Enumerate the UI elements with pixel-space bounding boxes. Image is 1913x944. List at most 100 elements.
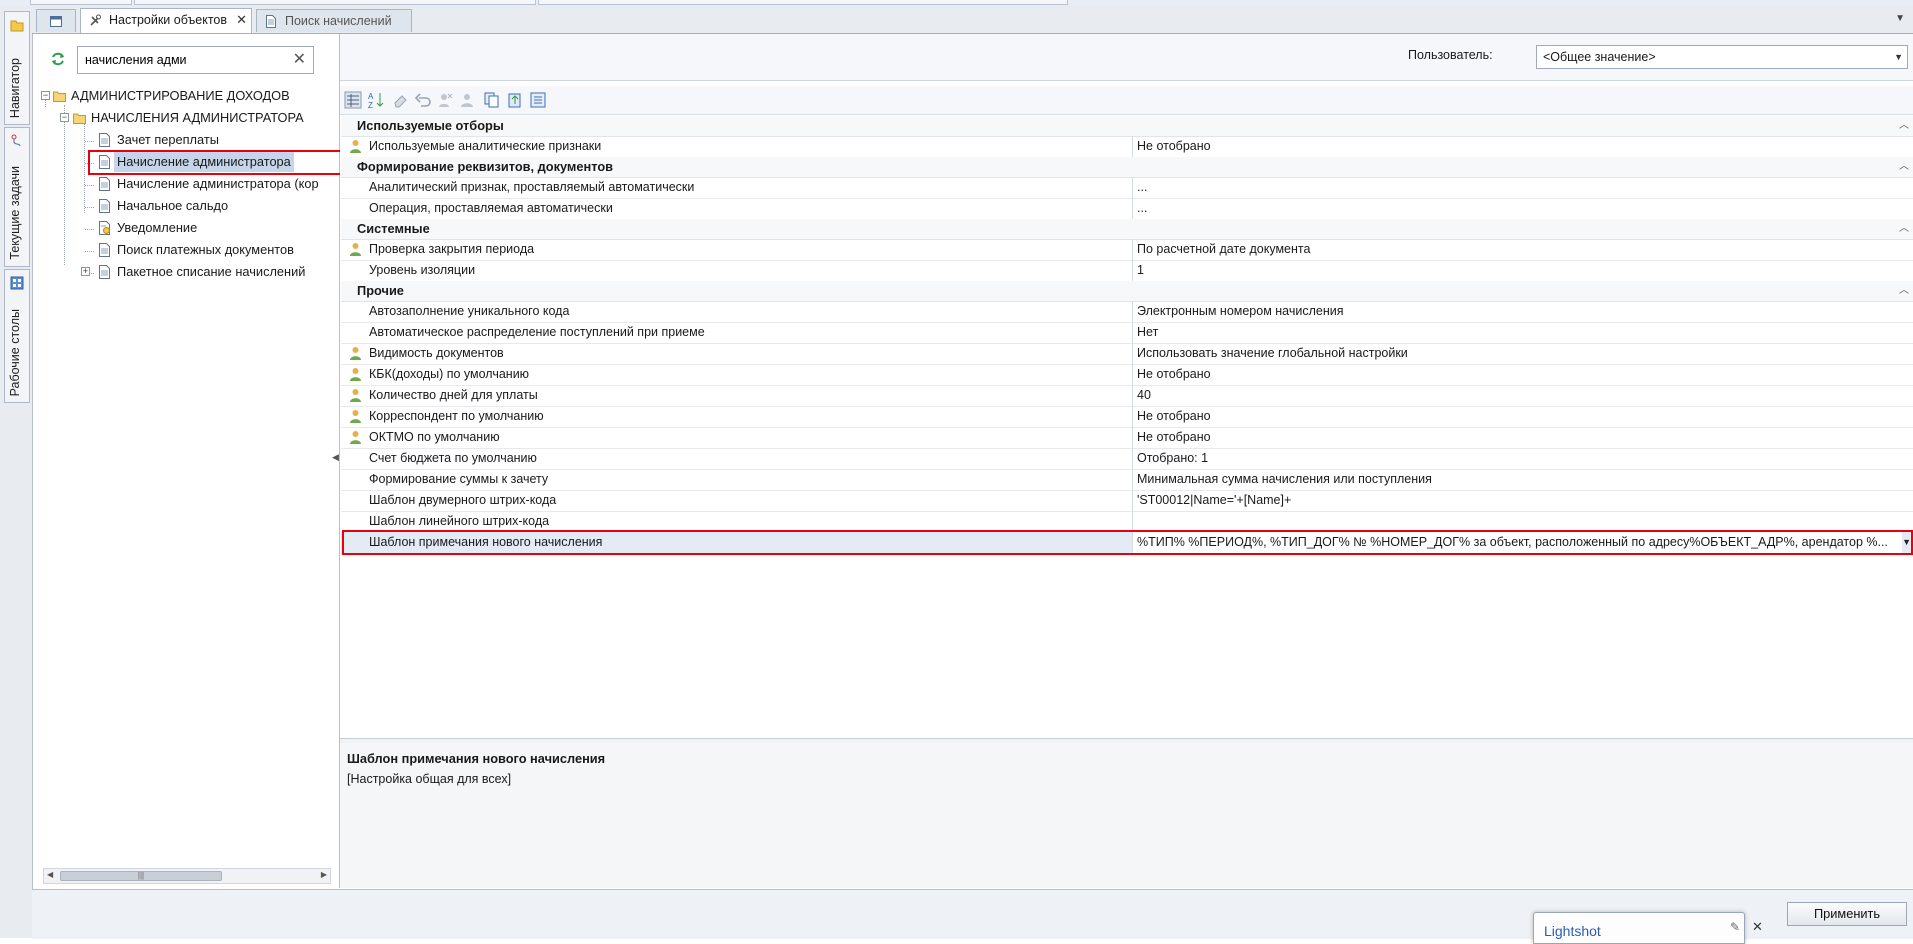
group-other[interactable]: Прочие ︿ [341, 281, 1913, 302]
group-label: Прочие [357, 283, 404, 298]
property-value[interactable]: Не отобрано [1132, 364, 1902, 385]
property-row[interactable]: Видимость документов Использовать значен… [341, 343, 1913, 365]
tab-charges-search[interactable]: Поиск начислений [256, 9, 412, 32]
sort-alphabetical-icon[interactable]: A Z [367, 91, 385, 109]
property-value[interactable]: 'ST00012|Name='+[Name]+ [1132, 490, 1902, 511]
group-requisites[interactable]: Формирование реквизитов, документов ︿ [341, 157, 1913, 178]
property-value[interactable]: 1 [1132, 260, 1902, 281]
user-icon [350, 410, 361, 423]
copy-icon[interactable] [483, 91, 501, 109]
tree-item-admin-charges[interactable]: − НАЧИСЛЕНИЯ АДМИНИСТРАТОРА [33, 108, 333, 128]
tree-item-batch-writeoff[interactable]: + Пакетное списание начислений [33, 262, 339, 282]
tree-item-notification[interactable]: Уведомление [33, 218, 333, 238]
property-value[interactable]: Не отобрано [1132, 406, 1902, 427]
property-row[interactable]: Используемые аналитические признаки Не о… [341, 136, 1913, 158]
property-value[interactable]: Использовать значение глобальной настрой… [1132, 343, 1902, 364]
property-value[interactable]: Электронным номером начисления [1132, 301, 1902, 322]
tab-label: Поиск начислений [285, 14, 392, 28]
tree-item-revenue-admin[interactable]: − АДМИНИСТРИРОВАНИЕ ДОХОДОВ [33, 86, 333, 106]
property-name: Количество дней для уплаты [369, 388, 538, 402]
scroll-left-icon[interactable]: ◀ [47, 870, 53, 879]
tree-item-label: Пакетное списание начислений [117, 264, 306, 279]
tab-home[interactable] [36, 9, 76, 32]
tree-item-label: Начисление администратора (кор [117, 176, 319, 191]
window-icon [50, 16, 62, 27]
collapse-icon[interactable]: ︿ [1899, 116, 1909, 136]
search-input[interactable] [85, 51, 285, 69]
rail-tab-current-tasks[interactable]: Текущие задачи [4, 127, 30, 267]
rail-tab-navigator[interactable]: Навигатор [4, 11, 30, 125]
desktop-icon [10, 276, 24, 290]
scroll-right-icon[interactable]: ▶ [321, 870, 327, 879]
paste-icon[interactable] [506, 91, 524, 109]
user-select[interactable]: <Общее значение> ▼ [1536, 45, 1908, 69]
property-value[interactable]: Не отобрано [1132, 427, 1902, 448]
property-row[interactable]: Автозаполнение уникального кода Электрон… [341, 301, 1913, 323]
horizontal-scrollbar[interactable]: ◀ ||| ▶ [43, 868, 331, 884]
clear-icon[interactable]: ✕ [293, 50, 306, 70]
close-icon[interactable]: ✕ [1752, 919, 1763, 935]
property-row[interactable]: КБК(доходы) по умолчанию Не отобрано [341, 364, 1913, 386]
property-row[interactable]: Формирование суммы к зачету Минимальная … [341, 469, 1913, 491]
tree-item-admin-charge-corr[interactable]: Начисление администратора (кор [33, 174, 339, 194]
user-remove-icon[interactable] [436, 91, 454, 109]
property-name: Шаблон двумерного штрих-кода [369, 493, 557, 507]
group-filters[interactable]: Используемые отборы ︿ [341, 116, 1913, 137]
property-name: Уровень изоляции [369, 263, 476, 277]
property-row[interactable]: Уровень изоляции 1 [341, 260, 1913, 282]
scrollbar-thumb[interactable]: ||| [60, 871, 222, 881]
group-system[interactable]: Системные ︿ [341, 219, 1913, 240]
rail-label-current-tasks: Текущие задачи [8, 166, 22, 260]
property-value[interactable]: По расчетной дате документа [1132, 239, 1902, 260]
collapse-icon[interactable]: − [60, 113, 69, 122]
user-icon [350, 347, 361, 360]
collapse-icon[interactable]: ︿ [1899, 157, 1909, 177]
property-row[interactable]: Проверка закрытия периода По расчетной д… [341, 239, 1913, 261]
description-title: Шаблон примечания нового начисления [347, 751, 606, 766]
property-value[interactable]: Отобрано: 1 [1132, 448, 1902, 469]
tab-list-dropdown-icon[interactable]: ▼ [1895, 13, 1905, 24]
property-row[interactable]: ОКТМО по умолчанию Не отобрано [341, 427, 1913, 449]
collapse-icon[interactable]: ︿ [1899, 281, 1909, 301]
settings-area: Пользователь: <Общее значение> ▼ A Z Исп… [340, 34, 1913, 888]
user-icon[interactable] [458, 91, 476, 109]
tree-item-label: АДМИНИСТРИРОВАНИЕ ДОХОДОВ [71, 88, 290, 103]
refresh-icon[interactable] [50, 51, 66, 67]
categorized-view-icon[interactable] [344, 91, 362, 109]
property-row[interactable]: Автоматическое распределение поступлений… [341, 322, 1913, 344]
export-icon[interactable] [529, 91, 547, 109]
property-value[interactable]: Не отобрано [1132, 136, 1902, 157]
tree-item-payment-docs-search[interactable]: Поиск платежных документов [33, 240, 333, 260]
property-value[interactable] [1132, 511, 1902, 532]
property-row[interactable]: Аналитический признак, проставляемый авт… [341, 177, 1913, 199]
group-label: Формирование реквизитов, документов [357, 159, 614, 174]
property-row[interactable]: Операция, проставляемая автоматически ..… [341, 198, 1913, 220]
tab-close-icon[interactable]: ✕ [236, 9, 247, 31]
tree-item-opening-balance[interactable]: Начальное сальдо [33, 196, 333, 216]
property-value[interactable]: Минимальная сумма начисления или поступл… [1132, 469, 1902, 490]
eraser-icon[interactable] [392, 91, 410, 109]
property-row[interactable]: Шаблон двумерного штрих-кода 'ST00012|Na… [341, 490, 1913, 512]
folder-open-icon [73, 113, 86, 124]
property-value[interactable]: Нет [1132, 322, 1902, 343]
lightshot-popup[interactable]: Lightshot ✎ ✕ [1533, 912, 1763, 944]
property-row[interactable]: Количество дней для уплаты 40 [341, 385, 1913, 407]
property-row[interactable]: Корреспондент по умолчанию Не отобрано [341, 406, 1913, 428]
expand-icon[interactable]: + [81, 267, 90, 276]
undo-icon[interactable] [414, 91, 432, 109]
property-value[interactable]: 40 [1132, 385, 1902, 406]
tab-object-settings[interactable]: Настройки объектов ✕ [80, 8, 252, 33]
collapse-panel-icon[interactable]: ◀ [332, 452, 339, 463]
property-row[interactable]: Счет бюджета по умолчанию Отобрано: 1 [341, 448, 1913, 470]
group-label: Используемые отборы [357, 118, 504, 133]
property-value[interactable]: ... [1132, 177, 1902, 198]
document-icon [99, 265, 110, 279]
tree-item-label: Поиск платежных документов [117, 242, 294, 257]
collapse-icon[interactable]: − [41, 91, 50, 100]
rail-tab-desktops[interactable]: Рабочие столы [4, 269, 30, 403]
apply-button[interactable]: Применить [1787, 902, 1907, 926]
pin-icon[interactable]: ✎ [1730, 920, 1740, 934]
tree-item-overpayment-offset[interactable]: Зачет переплаты [33, 130, 333, 150]
collapse-icon[interactable]: ︿ [1899, 219, 1909, 239]
property-value[interactable]: ... [1132, 198, 1902, 219]
